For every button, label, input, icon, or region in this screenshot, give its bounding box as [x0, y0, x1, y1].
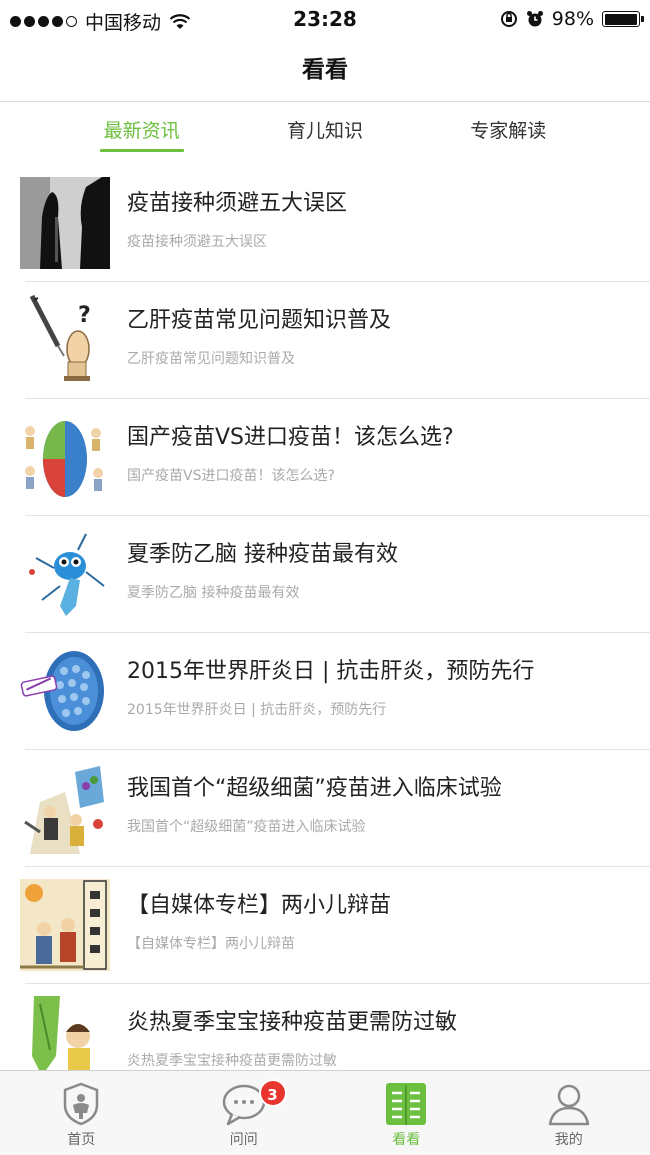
tab-expert-interpretation[interactable]: 专家解读 — [448, 102, 568, 156]
battery-percent: 98% — [551, 8, 594, 30]
list-item[interactable]: 国产疫苗VS进口疫苗！该怎么选? 国产疫苗VS进口疫苗！该怎么选? — [0, 399, 650, 516]
rotation-lock-icon — [500, 11, 517, 27]
tabbar-item-home[interactable]: 首页 — [0, 1071, 163, 1155]
news-thumbnail — [20, 645, 110, 737]
news-title: 国产疫苗VS进口疫苗！该怎么选? — [127, 425, 454, 450]
news-subtitle: 我国首个“超级细菌”疫苗进入临床试验 — [127, 819, 366, 835]
news-title: 夏季防乙脑 接种疫苗最有效 — [127, 542, 398, 567]
tab-label: 最新资讯 — [103, 120, 180, 142]
list-item[interactable]: ? 乙肝疫苗常见问题知识普及 乙肝疫苗常见问题知识普及 — [0, 282, 650, 399]
news-subtitle: 炎热夏季宝宝接种疫苗更需防过敏 — [127, 1053, 337, 1069]
news-thumbnail — [20, 411, 110, 503]
tab-label: 育儿知识 — [286, 120, 363, 142]
news-list: 疫苗接种须避五大误区 疫苗接种须避五大误区 ? 乙肝疫苗常见问题知识普及 乙肝疫… — [0, 165, 650, 1101]
news-title: 【自媒体专栏】两小儿辩苗 — [127, 893, 392, 918]
unread-badge: 3 — [258, 1079, 287, 1107]
tabbar-item-mine[interactable]: 我的 — [488, 1071, 650, 1155]
tabbar-label: 我的 — [554, 1132, 583, 1148]
home-shield-icon — [64, 1082, 99, 1126]
alarm-icon — [526, 11, 543, 27]
category-tabs: 最新资讯 育儿知识 专家解读 — [0, 102, 650, 156]
tabbar-label: 问问 — [229, 1132, 258, 1148]
page-title: 看看 — [302, 57, 348, 83]
list-item[interactable]: 疫苗接种须避五大误区 疫苗接种须避五大误区 — [0, 165, 650, 282]
news-title: 乙肝疫苗常见问题知识普及 — [127, 308, 392, 333]
tabbar-label: 看看 — [392, 1132, 421, 1148]
tab-label: 专家解读 — [470, 120, 547, 142]
tabbar-item-browse[interactable]: 看看 — [325, 1071, 488, 1155]
list-item[interactable]: 【自媒体专栏】两小儿辩苗 【自媒体专栏】两小儿辩苗 — [0, 867, 650, 984]
news-subtitle: 乙肝疫苗常见问题知识普及 — [127, 351, 295, 367]
news-thumbnail — [20, 879, 110, 971]
battery-fill — [604, 13, 637, 25]
news-subtitle: 夏季防乙脑 接种疫苗最有效 — [127, 585, 300, 601]
list-item[interactable]: 夏季防乙脑 接种疫苗最有效 夏季防乙脑 接种疫苗最有效 — [0, 516, 650, 633]
news-thumbnail — [20, 762, 110, 854]
news-subtitle: 【自媒体专栏】两小儿辩苗 — [127, 936, 295, 952]
article-list-icon — [386, 1083, 427, 1125]
bottom-tab-bar: 首页 3 问问 看看 我的 — [0, 1070, 650, 1155]
news-title: 2015年世界肝炎日 | 抗击肝炎，预防先行 — [127, 659, 535, 684]
tabbar-label: 首页 — [67, 1132, 96, 1148]
svg-text:?: ? — [78, 303, 91, 328]
news-title: 我国首个“超级细菌”疫苗进入临床试验 — [127, 776, 502, 801]
user-icon — [548, 1084, 589, 1126]
list-item[interactable]: 我国首个“超级细菌”疫苗进入临床试验 我国首个“超级细菌”疫苗进入临床试验 — [0, 750, 650, 867]
news-thumbnail — [20, 528, 110, 620]
news-subtitle: 国产疫苗VS进口疫苗！该怎么选? — [127, 468, 335, 484]
tab-latest-news[interactable]: 最新资讯 — [82, 102, 202, 156]
news-subtitle: 2015年世界肝炎日 | 抗击肝炎，预防先行 — [127, 702, 387, 718]
news-subtitle: 疫苗接种须避五大误区 — [127, 234, 267, 250]
status-right: 98% — [500, 8, 644, 30]
news-title: 疫苗接种须避五大误区 — [127, 191, 348, 216]
tab-parenting-knowledge[interactable]: 育儿知识 — [265, 102, 385, 156]
tabbar-item-ask[interactable]: 3 问问 — [163, 1071, 326, 1155]
news-thumbnail: ? — [20, 294, 110, 386]
list-item[interactable]: 2015年世界肝炎日 | 抗击肝炎，预防先行 2015年世界肝炎日 | 抗击肝炎… — [0, 633, 650, 750]
news-title: 炎热夏季宝宝接种疫苗更需防过敏 — [127, 1010, 458, 1035]
tab-active-indicator — [99, 149, 184, 152]
battery-icon — [602, 11, 644, 27]
news-thumbnail — [20, 177, 110, 269]
status-bar: 中国移动 23:28 98% — [0, 0, 650, 38]
